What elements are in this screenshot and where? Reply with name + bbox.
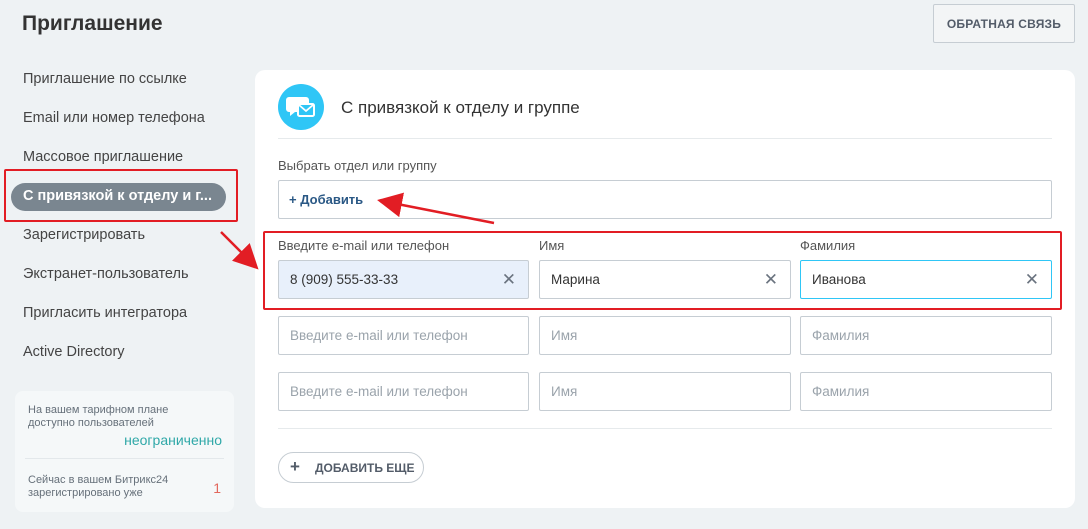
annotation-arrows xyxy=(220,192,495,270)
arrow-to-fields xyxy=(220,231,259,270)
arrow-to-add-link xyxy=(377,192,495,225)
